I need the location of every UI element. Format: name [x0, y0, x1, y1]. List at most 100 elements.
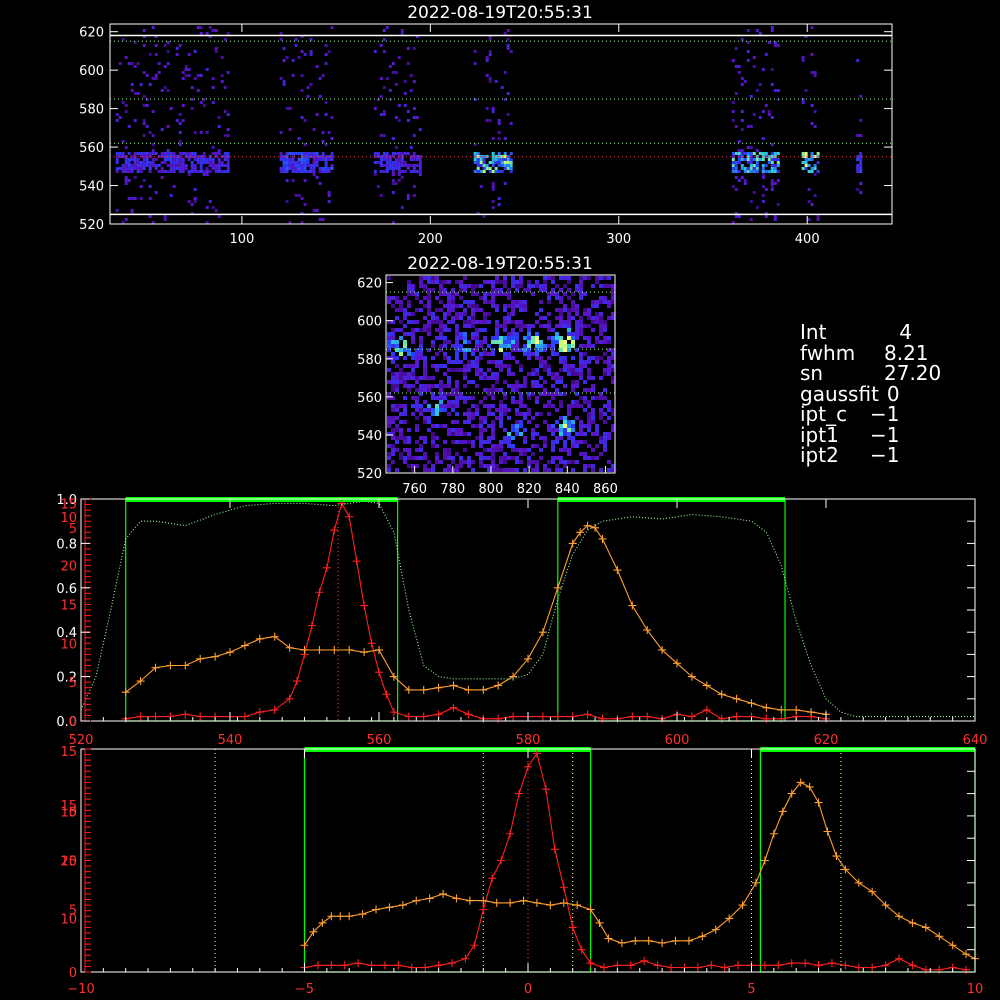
plot-frame	[80, 498, 976, 722]
heatmap-pixel	[535, 344, 539, 348]
series-marker	[591, 523, 600, 532]
heatmap-pixel	[151, 164, 155, 167]
heatmap-pixel	[587, 412, 591, 416]
heatmap-pixel	[607, 404, 611, 408]
heatmap-pixel	[547, 296, 551, 300]
heatmap-pixel	[196, 158, 200, 161]
heatmap-pixel	[431, 384, 435, 388]
heatmap-pixel	[583, 400, 587, 404]
heatmap-pixel	[142, 104, 146, 107]
heatmap-pixel	[443, 340, 447, 344]
heatmap-pixel	[500, 164, 504, 167]
heatmap-pixel	[567, 452, 571, 456]
heatmap-pixel	[583, 432, 587, 436]
heatmap-pixel	[145, 164, 149, 167]
heatmap-pixel	[435, 280, 439, 284]
heatmap-pixel	[603, 432, 607, 436]
heatmap-pixel	[743, 182, 747, 185]
heatmap-pixel	[435, 320, 439, 324]
heatmap-pixel	[387, 336, 391, 340]
heatmap-pixel	[291, 164, 295, 167]
heatmap-pixel	[130, 209, 134, 212]
heatmap-pixel	[587, 420, 591, 424]
heatmap-pixel	[571, 368, 575, 372]
heatmap-pixel	[515, 320, 519, 324]
heatmap-pixel	[731, 164, 735, 167]
heatmap-pixel	[599, 376, 603, 380]
heatmap-pixel	[312, 128, 316, 131]
heatmap-pixel	[190, 167, 194, 170]
heatmap-pixel	[497, 152, 501, 155]
heatmap-pixel	[309, 83, 313, 86]
series-marker	[425, 894, 434, 903]
heatmap-pixel	[303, 158, 307, 161]
heatmap-pixel	[399, 428, 403, 432]
heatmap-pixel	[324, 167, 328, 170]
heatmap-pixel	[419, 340, 423, 344]
heatmap-pixel	[547, 460, 551, 464]
heatmap-pixel	[193, 167, 197, 170]
heatmap-pixel	[193, 197, 197, 200]
heatmap-pixel	[523, 436, 527, 440]
heatmap-pixel	[394, 116, 398, 119]
heatmap-pixel	[770, 182, 774, 185]
heatmap-pixel	[124, 158, 128, 161]
heatmap-pixel	[776, 158, 780, 161]
heatmap-pixel	[391, 448, 395, 452]
heatmap-pixel	[743, 152, 747, 155]
heatmap-pixel	[595, 432, 599, 436]
heatmap-pixel	[306, 155, 310, 158]
heatmap-pixel	[571, 384, 575, 388]
heatmap-pixel	[491, 444, 495, 448]
heatmap-pixel	[193, 50, 197, 53]
heatmap-pixel	[511, 344, 515, 348]
heatmap-pixel	[439, 380, 443, 384]
heatmap-pixel	[543, 440, 547, 444]
heatmap-pixel	[423, 408, 427, 412]
spectrum-plot-wavelength: 520 540 560 580 600 620 6400.00.20.40.60.81.00…	[56, 493, 987, 748]
heatmap-pixel	[395, 380, 399, 384]
heatmap-pixel	[535, 352, 539, 356]
heatmap-pixel	[773, 89, 777, 92]
heatmap-pixel	[487, 344, 491, 348]
heatmap-pixel	[175, 119, 179, 122]
heatmap-pixel	[407, 376, 411, 380]
heatmap-pixel	[563, 428, 567, 432]
heatmap-pixel	[479, 308, 483, 312]
heatmap-pixel	[479, 161, 483, 164]
heatmap-pixel	[297, 161, 301, 164]
heatmap-pixel	[127, 158, 131, 161]
heatmap-pixel	[491, 152, 495, 155]
heatmap-pixel	[483, 420, 487, 424]
heatmap-pixel	[391, 372, 395, 376]
heatmap-pixel	[431, 412, 435, 416]
heatmap-pixel	[491, 284, 495, 288]
heatmap-pixel	[184, 164, 188, 167]
heatmap-pixel	[499, 324, 503, 328]
heatmap-pixel	[324, 62, 328, 65]
heatmap-pixel	[321, 152, 325, 155]
heatmap-pixel	[497, 122, 501, 125]
heatmap-pixel	[205, 131, 209, 134]
heatmap-pixel	[443, 280, 447, 284]
heatmap-pixel	[455, 440, 459, 444]
heatmap-pixel	[184, 68, 188, 71]
heatmap-pixel	[531, 432, 535, 436]
heatmap-pixel	[196, 170, 200, 173]
heatmap-pixel	[579, 432, 583, 436]
heatmap-pixel	[595, 340, 599, 344]
heatmap-pixel	[411, 288, 415, 292]
heatmap-pixel	[406, 119, 410, 122]
heatmap-pixel	[279, 131, 283, 134]
heatmap-pixel	[515, 400, 519, 404]
heatmap-pixel	[551, 348, 555, 352]
heatmap-pixel	[133, 119, 137, 122]
heatmap-pixel	[499, 420, 503, 424]
heatmap-pixel	[535, 336, 539, 340]
heatmap-pixel	[306, 152, 310, 155]
heatmap-pixel	[419, 388, 423, 392]
heatmap-pixel	[455, 368, 459, 372]
heatmap-pixel	[563, 432, 567, 436]
heatmap-pixel	[315, 176, 319, 179]
heatmap-pixel	[571, 440, 575, 444]
